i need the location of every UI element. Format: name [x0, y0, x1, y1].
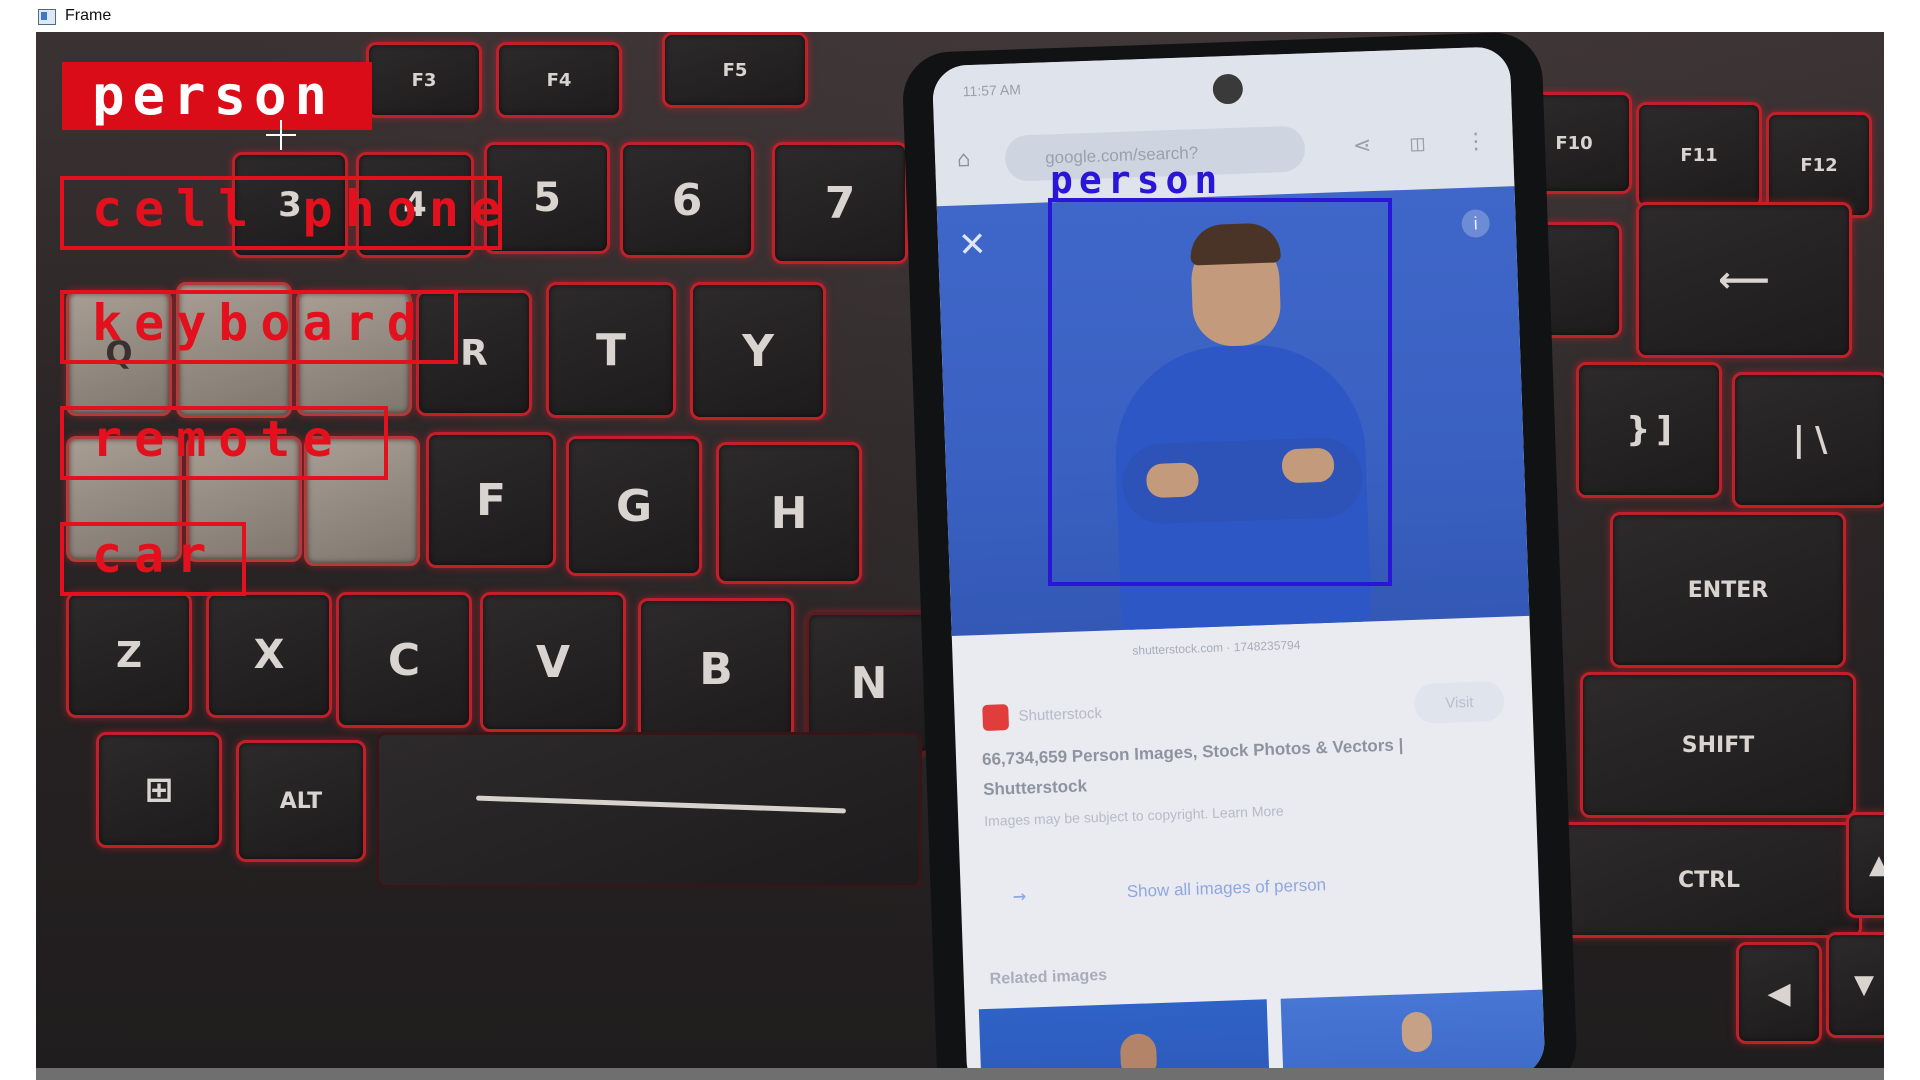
key-g: G: [566, 436, 702, 576]
key-h: H: [716, 442, 862, 584]
detection-box-remote: remote: [60, 406, 388, 480]
image-source-line: shutterstock.com · 1748235794: [1132, 637, 1301, 658]
key-y: Y: [690, 282, 826, 420]
key-f11: F11: [1636, 102, 1762, 208]
window-title: Frame: [65, 7, 112, 24]
thumbnail-face: [1119, 1033, 1158, 1068]
arrow-right-icon: →: [1012, 883, 1027, 910]
key-c: C: [336, 592, 472, 728]
key-ctrl: CTRL: [1556, 822, 1862, 938]
key-down-arrow: ▼: [1826, 932, 1884, 1038]
key-f5: F5: [662, 32, 808, 108]
key-z: Z: [66, 592, 192, 718]
key-backslash: | \: [1732, 372, 1884, 508]
result-source: Shutterstock: [1018, 704, 1103, 725]
copyright-note: Images may be subject to copyright. Lear…: [983, 802, 1284, 829]
key-6: 6: [620, 142, 754, 258]
key-t: T: [546, 282, 676, 418]
detection-box-car: car: [60, 522, 246, 596]
key-left-arrow: ◀: [1736, 942, 1822, 1044]
key-f: F: [426, 432, 556, 568]
mouse-cursor-crosshair: [266, 120, 296, 150]
detection-label-remote: remote: [92, 410, 345, 468]
visit-button: Visit: [1413, 680, 1506, 724]
key-up-arrow: ▲: [1846, 812, 1884, 918]
key-shift: SHIFT: [1580, 672, 1856, 818]
app-window-icon: [38, 7, 56, 25]
status-time: 11:57 AM: [962, 81, 1022, 100]
detection-box-phone-person: [1048, 198, 1392, 586]
key-f3: F3: [366, 42, 482, 118]
detection-label-car: car: [92, 526, 219, 584]
window-right-margin: [1884, 32, 1920, 1068]
key-x: X: [206, 592, 332, 718]
close-icon: ✕: [957, 224, 988, 266]
detection-label-keyboard: keyboard: [92, 294, 429, 352]
detection-label-phone-person: person: [1050, 158, 1224, 202]
share-icon: ⋖: [1352, 133, 1372, 159]
backspace-arrow-icon: ⟵: [1718, 259, 1770, 301]
shutterstock-icon: [982, 704, 1010, 731]
window-bottom-edge: [36, 1068, 1884, 1080]
key-b: B: [638, 598, 794, 740]
related-thumbnail: [1280, 989, 1546, 1068]
key-7: 7: [772, 142, 908, 264]
key-v: V: [480, 592, 626, 732]
key-f4: F4: [496, 42, 622, 118]
windows-logo-icon: ⊞: [144, 770, 174, 810]
key-right-bracket: }]: [1576, 362, 1722, 498]
related-thumbnail: [978, 999, 1271, 1068]
detection-box-cell-phone: cell phone: [60, 176, 502, 250]
down-arrow-icon: ▼: [1854, 970, 1874, 1000]
up-arrow-icon: ▲: [1869, 850, 1884, 880]
key-alt: ALT: [236, 740, 366, 862]
left-arrow-icon: ◀: [1767, 975, 1791, 1011]
key-enter: ENTER: [1610, 512, 1846, 668]
window-titlebar: Frame: [0, 0, 1920, 32]
detection-box-keyboard: keyboard: [60, 290, 458, 364]
related-images-heading: Related images: [989, 966, 1108, 988]
more-icon: ⋮: [1464, 129, 1488, 155]
front-camera: [1212, 73, 1244, 105]
tabs-icon: ◫: [1410, 131, 1425, 157]
thumbnail-face: [1401, 1011, 1433, 1053]
show-all-images-link: Show all images of person: [1126, 875, 1327, 902]
detection-label-person: person: [62, 62, 372, 130]
key-backspace: ⟵: [1636, 202, 1852, 358]
info-icon: i: [1461, 209, 1491, 238]
result-title: 66,734,659 Person Images, Stock Photos &…: [981, 735, 1404, 800]
home-icon: ⌂: [956, 147, 971, 173]
key-windows: ⊞: [96, 732, 222, 848]
detection-label-cell-phone: cell phone: [92, 180, 514, 238]
